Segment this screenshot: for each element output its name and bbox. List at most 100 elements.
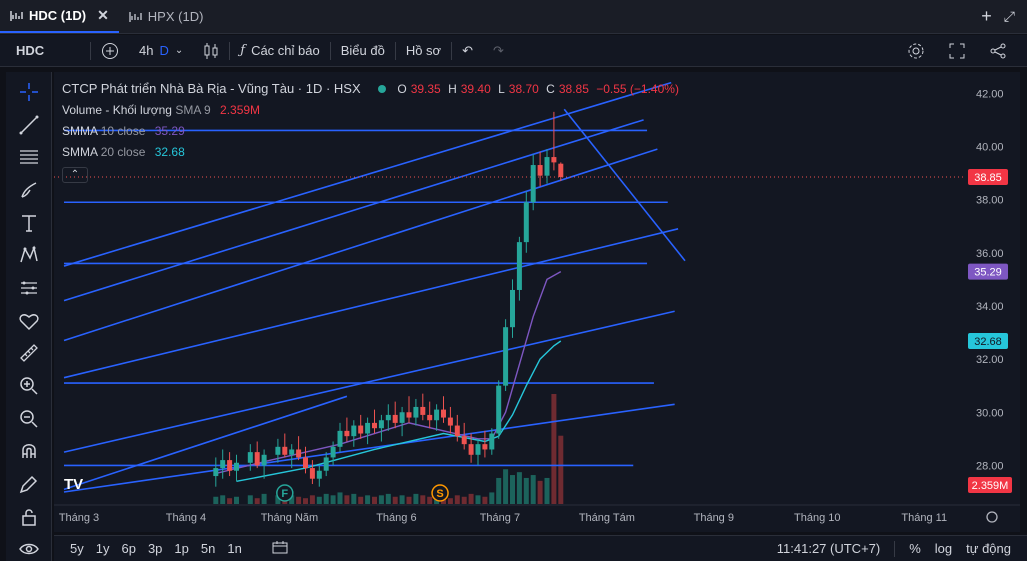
zoom-in-tool[interactable] — [15, 374, 43, 398]
percent-toggle[interactable]: % — [909, 541, 921, 556]
range-5y[interactable]: 5y — [54, 541, 90, 556]
edit-lock-tool[interactable] — [15, 472, 43, 496]
bottom-bar: 5y 1y 6p 3p 1p 5n 1n 11:41:27 (UTC+7) % … — [54, 535, 1027, 561]
fib-tool[interactable] — [15, 145, 43, 169]
smma20-legend[interactable]: SMMA 20 close 32.68 — [62, 142, 683, 163]
y-tick-label: 30.00 — [976, 407, 1004, 419]
range-1y[interactable]: 1y — [90, 541, 116, 556]
low-label: L — [498, 82, 505, 96]
trendline-icon — [19, 115, 38, 134]
log-toggle[interactable]: log — [935, 541, 952, 556]
candle-body — [351, 425, 357, 437]
zoom-out-tool[interactable] — [15, 407, 43, 431]
lock-tool[interactable] — [15, 505, 43, 529]
candle-body — [289, 449, 295, 455]
volume-bar — [337, 492, 343, 504]
tab-hpx[interactable]: HPX (1D) — [119, 0, 214, 33]
candle-body — [365, 422, 371, 434]
candle-body — [441, 409, 446, 418]
profile-button[interactable]: Hồ sơ — [396, 35, 451, 66]
smma10-line — [215, 271, 562, 475]
zoom-out-icon — [19, 409, 38, 428]
text-icon — [21, 214, 36, 232]
plus-circle-icon — [102, 42, 118, 59]
brush-tool[interactable] — [15, 178, 43, 202]
compare-button[interactable] — [91, 35, 129, 66]
favorites-tool[interactable] — [15, 309, 43, 333]
goto-date-button[interactable] — [266, 540, 294, 557]
range-5d[interactable]: 5n — [195, 541, 221, 556]
smma10-legend[interactable]: SMMA 10 close 35.29 — [62, 121, 683, 142]
text-tool[interactable] — [15, 211, 43, 235]
indicators-button[interactable]: ƒ Các chỉ báo — [230, 35, 329, 66]
x-tick-label: Tháng 4 — [166, 512, 206, 524]
close-label: C — [546, 82, 555, 96]
prediction-tool[interactable] — [15, 276, 43, 300]
eye-icon — [18, 543, 39, 555]
fullscreen-icon — [949, 43, 965, 58]
range-1d[interactable]: 1n — [221, 541, 247, 556]
volume-bar — [261, 493, 267, 504]
collapse-legend-button[interactable]: ⌃ — [62, 167, 88, 183]
chart-icon — [129, 11, 142, 22]
candle-body — [303, 457, 308, 469]
range-3m[interactable]: 3p — [142, 541, 168, 556]
settings-button[interactable] — [897, 42, 935, 60]
ruler-tool[interactable] — [15, 341, 43, 365]
tab-label: HPX (1D) — [147, 9, 204, 24]
axis-settings-icon[interactable] — [986, 511, 998, 523]
smma20-params: 20 close — [100, 145, 146, 159]
expand-icon[interactable]: ⤢ — [1004, 8, 1015, 25]
volume-legend[interactable]: Volume - Khối lượng SMA 9 2.359M — [62, 100, 683, 121]
smma10-value: 35.29 — [154, 124, 185, 138]
candle-body — [399, 412, 405, 423]
zoom-in-icon — [19, 377, 38, 395]
clock-time[interactable]: 11:41:27 (UTC+7) — [777, 541, 880, 556]
x-tick-label: Tháng 9 — [694, 512, 734, 524]
high-label: H — [448, 82, 457, 96]
undo-button[interactable]: ↶ — [452, 35, 483, 66]
volume-bar — [358, 496, 364, 504]
candle-type-button[interactable] — [193, 35, 229, 66]
fullscreen-button[interactable] — [939, 43, 975, 59]
trendline-tool[interactable] — [15, 113, 43, 137]
volume-bar — [489, 492, 495, 504]
volume-bar — [254, 498, 260, 504]
volume-bar — [454, 495, 460, 504]
profile-label: Hồ sơ — [405, 43, 442, 58]
range-1m[interactable]: 1p — [168, 541, 194, 556]
share-button[interactable] — [979, 42, 1017, 60]
change-value: −0.55 (−1.40%) — [596, 82, 679, 96]
pattern-tool[interactable] — [15, 243, 43, 267]
gear-icon — [908, 43, 924, 58]
magnet-tool[interactable] — [15, 439, 43, 463]
chevron-down-icon: ⌄ — [174, 45, 184, 56]
candle-body — [330, 446, 336, 458]
crosshair-tool[interactable] — [15, 80, 43, 104]
redo-button[interactable]: ↷ — [483, 35, 514, 66]
smma20-label: SMMA — [62, 145, 98, 159]
symbol-search[interactable]: HDC — [0, 35, 90, 66]
symbol-label: HDC — [16, 43, 45, 58]
smma10-params: 10 close — [100, 124, 146, 138]
interval-selector[interactable]: 4h D ⌄ — [129, 35, 193, 66]
tradingview-logo[interactable]: TV — [64, 476, 83, 493]
open-value: 39.35 — [410, 82, 441, 96]
redo-icon: ↷ — [492, 42, 504, 58]
toolbar-right — [897, 42, 1027, 60]
auto-toggle[interactable]: tự động — [966, 541, 1011, 556]
candle-body — [496, 385, 502, 434]
chart-pane[interactable]: F S 28.00 30.00 32.00 34.00 36.00 38.00 40.00 42.… — [54, 72, 1020, 532]
volume-bar — [385, 493, 391, 504]
volume-bar — [399, 495, 405, 504]
add-tab-icon[interactable]: + — [981, 6, 992, 27]
hide-tool[interactable] — [15, 537, 43, 561]
close-icon[interactable]: ✕ — [97, 7, 109, 24]
tab-label: HDC (1D) — [29, 8, 87, 23]
range-6m[interactable]: 6p — [115, 541, 141, 556]
tab-hdc[interactable]: HDC (1D) ✕ — [0, 0, 119, 33]
volume-bar — [316, 496, 322, 504]
volume-bar — [220, 495, 226, 504]
candle-body — [516, 242, 522, 290]
chart-type-button[interactable]: Biểu đồ — [331, 35, 395, 66]
